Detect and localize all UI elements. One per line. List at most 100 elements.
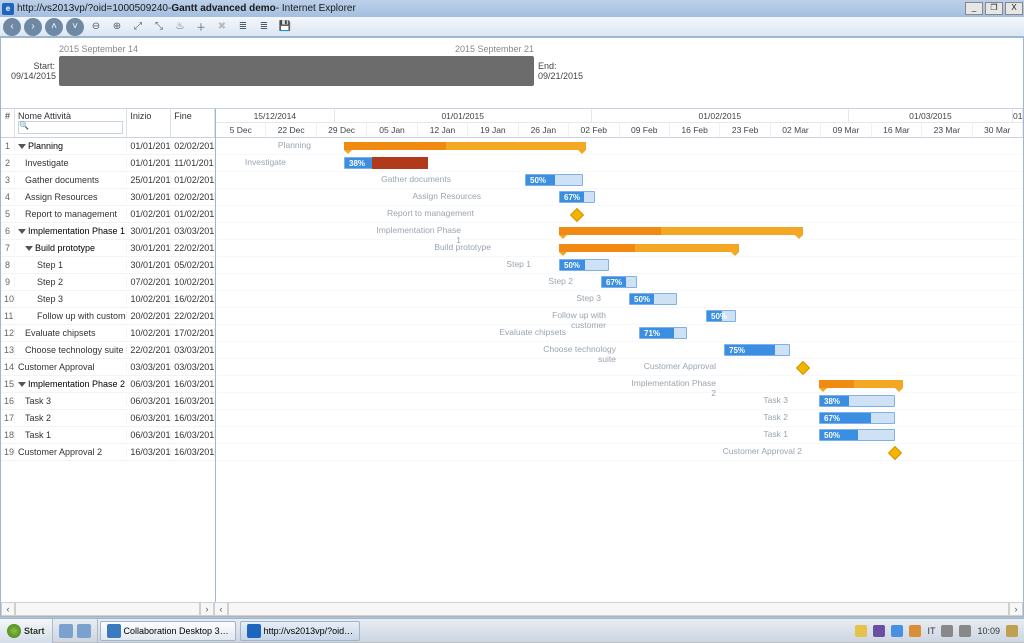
- table-row[interactable]: 15Implementation Phase 206/03/201516/03/…: [1, 376, 215, 393]
- table-row[interactable]: 16Task 306/03/201516/03/2015: [1, 393, 215, 410]
- tray-icon[interactable]: [909, 625, 921, 637]
- task-end: 02/02/2015: [171, 192, 215, 202]
- summary-bar[interactable]: [559, 244, 739, 252]
- col-inizio[interactable]: Inizio: [127, 109, 171, 137]
- row-number: 4: [1, 192, 15, 202]
- gantt-row: Task 338%: [216, 393, 1023, 410]
- grid-header: # Nome Attività Inizio Fine: [1, 109, 215, 138]
- task-end: 22/02/2015: [171, 243, 215, 253]
- col-number[interactable]: #: [1, 109, 15, 137]
- indent-button[interactable]: ≣: [255, 18, 273, 36]
- taskbar-item-collab[interactable]: Collaboration Desktop 3…: [100, 621, 236, 641]
- task-start: 10/02/2015: [127, 328, 171, 338]
- right-scroll-track[interactable]: [228, 602, 1009, 616]
- task-bar[interactable]: 50%: [706, 310, 736, 322]
- tray-language[interactable]: IT: [927, 626, 935, 636]
- table-row[interactable]: 10Step 310/02/201516/02/2015: [1, 291, 215, 308]
- nav-forward-button[interactable]: ›: [24, 18, 42, 36]
- task-bar[interactable]: 67%: [559, 191, 595, 203]
- flame-icon[interactable]: ♨: [171, 18, 189, 36]
- table-row[interactable]: 1Planning01/01/201502/02/2015: [1, 138, 215, 155]
- gantt-row: Choose technology suite75%: [216, 342, 1023, 359]
- start-button[interactable]: Start: [0, 619, 53, 643]
- table-row[interactable]: 6Implementation Phase 130/01/201503/03/2…: [1, 223, 215, 240]
- quicklaunch-icon[interactable]: [77, 624, 91, 638]
- right-scroll-right[interactable]: ›: [1009, 602, 1023, 616]
- table-row[interactable]: 2Investigate01/01/201511/01/2015: [1, 155, 215, 172]
- milestone-icon[interactable]: [570, 208, 584, 222]
- tray-icon[interactable]: [855, 625, 867, 637]
- bar-label: Planning: [221, 140, 311, 150]
- expand-button[interactable]: ⤡: [150, 18, 168, 36]
- timeline-day: 12 Jan: [418, 123, 468, 137]
- task-name: Task 1: [15, 430, 127, 440]
- milestone-icon[interactable]: [796, 361, 810, 375]
- close-button[interactable]: X: [1005, 2, 1023, 15]
- task-bar[interactable]: 50%: [559, 259, 609, 271]
- tray-icon[interactable]: [891, 625, 903, 637]
- add-button[interactable]: ＋: [192, 18, 210, 36]
- left-scroll-track[interactable]: [15, 602, 200, 616]
- table-row[interactable]: 5Report to management01/02/201501/02/201…: [1, 206, 215, 223]
- summary-bar[interactable]: [819, 380, 903, 388]
- zoom-in-button[interactable]: ⊕: [108, 18, 126, 36]
- task-start: 16/03/2015: [127, 447, 171, 457]
- task-bar[interactable]: 71%: [639, 327, 687, 339]
- nav-down-button[interactable]: ˅: [66, 18, 84, 36]
- milestone-icon[interactable]: [888, 446, 902, 460]
- table-row[interactable]: 4Assign Resources30/01/201502/02/2015: [1, 189, 215, 206]
- percent-label: 50%: [711, 311, 727, 322]
- task-bar[interactable]: 50%: [629, 293, 677, 305]
- table-row[interactable]: 19Customer Approval 216/03/201516/03/201…: [1, 444, 215, 461]
- right-scroll-left[interactable]: ‹: [214, 602, 228, 616]
- tray-icon[interactable]: [873, 625, 885, 637]
- col-fine[interactable]: Fine: [171, 109, 215, 137]
- table-row[interactable]: 8Step 130/01/201505/02/2015: [1, 257, 215, 274]
- table-row[interactable]: 17Task 206/03/201516/03/2015: [1, 410, 215, 427]
- task-bar[interactable]: 50%: [525, 174, 583, 186]
- summary-bar[interactable]: [559, 227, 803, 235]
- outdent-button[interactable]: ≣: [234, 18, 252, 36]
- task-bar[interactable]: 50%: [819, 429, 895, 441]
- tray-icon[interactable]: [941, 625, 953, 637]
- gantt-row: Investigate38%: [216, 155, 1023, 172]
- table-row[interactable]: 3Gather documents25/01/201501/02/2015: [1, 172, 215, 189]
- task-bar[interactable]: 75%: [724, 344, 790, 356]
- save-button[interactable]: 💾: [276, 18, 294, 36]
- table-row[interactable]: 14Customer Approval03/03/201503/03/2015: [1, 359, 215, 376]
- left-scroll-right[interactable]: ›: [200, 602, 214, 616]
- zoom-out-button[interactable]: ⊖: [87, 18, 105, 36]
- tray-clock[interactable]: 10:09: [977, 626, 1000, 636]
- task-bar[interactable]: 38%: [819, 395, 895, 407]
- col-name[interactable]: Nome Attività: [15, 109, 127, 137]
- table-row[interactable]: 11Follow up with customer20/02/201522/02…: [1, 308, 215, 325]
- task-bar[interactable]: 67%: [819, 412, 895, 424]
- task-name: Choose technology suite: [15, 345, 127, 355]
- tray-icon[interactable]: [1006, 625, 1018, 637]
- minimize-button[interactable]: _: [965, 2, 983, 15]
- gantt-row: Build prototype: [216, 240, 1023, 257]
- nav-up-button[interactable]: ˄: [45, 18, 63, 36]
- left-scroll-left[interactable]: ‹: [1, 602, 15, 616]
- fit-button[interactable]: ⤢: [129, 18, 147, 36]
- tray-icon[interactable]: [959, 625, 971, 637]
- table-row[interactable]: 13Choose technology suite22/02/201503/03…: [1, 342, 215, 359]
- summary-bar[interactable]: [344, 142, 586, 150]
- quicklaunch-icon[interactable]: [59, 624, 73, 638]
- nav-back-button[interactable]: ‹: [3, 18, 21, 36]
- table-row[interactable]: 9Step 207/02/201510/02/2015: [1, 274, 215, 291]
- row-number: 19: [1, 447, 15, 457]
- table-row[interactable]: 18Task 106/03/201516/03/2015: [1, 427, 215, 444]
- delete-button[interactable]: ✖: [213, 18, 231, 36]
- gantt-area[interactable]: PlanningInvestigate38%Gather documents50…: [216, 138, 1023, 602]
- taskbar-item-ie[interactable]: http://vs2013vp/?oid…: [240, 621, 361, 641]
- task-bar[interactable]: 67%: [601, 276, 637, 288]
- search-input[interactable]: [18, 121, 123, 134]
- row-number: 17: [1, 413, 15, 423]
- maximize-button[interactable]: ❐: [985, 2, 1003, 15]
- date-range-bar[interactable]: [59, 56, 534, 86]
- task-start: 30/01/2015: [127, 243, 171, 253]
- table-row[interactable]: 12Evaluate chipsets10/02/201517/02/2015: [1, 325, 215, 342]
- grid-rows: 1Planning01/01/201502/02/20152Investigat…: [1, 138, 215, 602]
- table-row[interactable]: 7Build prototype30/01/201522/02/2015: [1, 240, 215, 257]
